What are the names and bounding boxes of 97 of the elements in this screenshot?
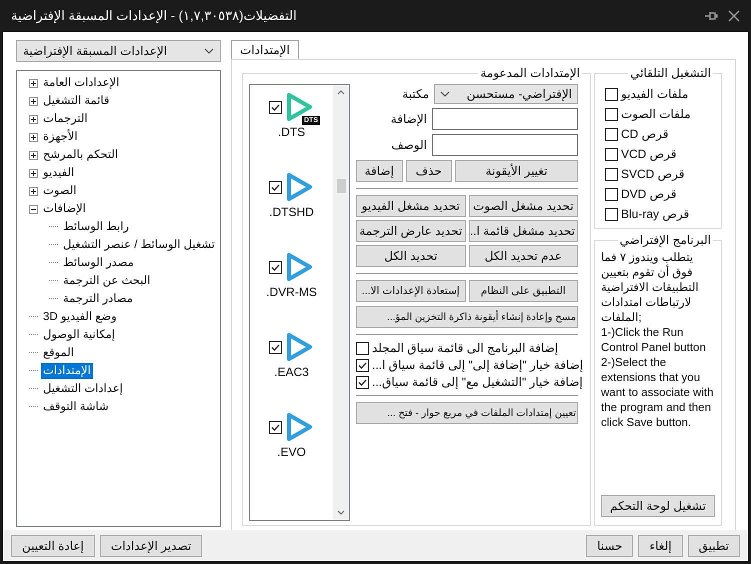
action-button[interactable]: إضافة — [356, 160, 402, 182]
scroll-down-icon[interactable] — [337, 510, 345, 516]
scrollbar-thumb[interactable] — [336, 179, 346, 193]
extension-label: .EAC3 — [274, 365, 309, 379]
tree-item[interactable]: الموقع — [41, 345, 76, 361]
tree-item[interactable]: وضع الفيديو 3D — [41, 309, 119, 325]
action-button[interactable]: تحديد الكل — [356, 245, 466, 267]
checkbox-label: قرص SVCD — [621, 167, 685, 181]
action-button[interactable]: مسح وإعادة إنشاء أيقونة ذاكرة التخزين المؤ... — [356, 306, 578, 328]
window-title: التفضيلات(١,٧,٣٠٥٣٨) - الإعدادات المسبقة الإفتراضية — [11, 8, 297, 24]
scrollbar[interactable] — [333, 85, 349, 520]
tree-item[interactable]: تشغيل الوسائط / عنصر التشغيل — [61, 237, 217, 253]
checkbox[interactable] — [356, 342, 369, 354]
tree-item[interactable]: قائمة التشغيل — [41, 93, 112, 109]
checkbox-label: قرص VCD — [621, 147, 677, 161]
action-button[interactable]: تحديد مشغل قائمة ا... — [468, 220, 578, 242]
chevron-down-icon — [204, 48, 214, 54]
checkbox[interactable] — [356, 358, 369, 372]
tree-item[interactable]: الأجهزة — [41, 129, 80, 145]
field-label: مكتبة — [401, 87, 429, 101]
checkbox[interactable] — [269, 180, 282, 194]
checkbox[interactable] — [605, 148, 618, 160]
action-button[interactable]: تحديد عارض الترجمة — [356, 220, 466, 242]
action-button[interactable]: تعيين إمتدادات الملفات في مربع حوار - فتح ... — [356, 402, 578, 424]
action-button[interactable]: تحديد مشغل الفيديو — [356, 195, 466, 217]
footer-button[interactable]: إعادة التعيين — [11, 534, 95, 556]
checkbox[interactable] — [605, 208, 618, 220]
extension-label: .DVR-MS — [266, 285, 317, 299]
footer-button[interactable]: تطبيق — [688, 534, 740, 556]
checkbox[interactable] — [269, 340, 282, 354]
expander-icon[interactable] — [29, 132, 38, 142]
checkbox-label: إضافة خيار "التشغيل مع" إلى قائمة سياق... — [372, 375, 583, 389]
action-button[interactable]: عدم تحديد الكل — [468, 245, 578, 267]
tree-item[interactable]: الإعدادات العامة — [41, 75, 122, 91]
action-button[interactable]: إستعادة الإعدادات الا... — [356, 280, 466, 302]
expander-icon[interactable] — [29, 168, 38, 178]
close-icon[interactable] — [728, 10, 740, 22]
preset-dropdown[interactable]: الإعدادات المسبقة الإفتراضية — [16, 40, 221, 62]
expander-icon[interactable] — [29, 186, 38, 196]
input-field[interactable] — [432, 134, 578, 156]
group-title: الإمتدادات المدعومة — [479, 66, 581, 80]
library-dropdown[interactable]: الإفتراضي- مستحسن — [434, 84, 578, 104]
extension-label: .DTSHD — [269, 205, 314, 219]
action-button[interactable]: تحديد مشغل الصوت — [468, 195, 578, 217]
checkbox-label: إضافة خيار "إضافة إلى" إلى قائمة سياق ا... — [372, 358, 584, 372]
checkbox-label: قرص CD — [621, 127, 669, 141]
action-button[interactable]: حذف — [406, 160, 452, 182]
tree-item[interactable]: رابط الوسائط — [61, 219, 131, 235]
action-button[interactable]: تغيير الأيقونة — [455, 160, 578, 182]
pin-icon[interactable] — [704, 10, 718, 22]
field-label: الإضافة — [390, 112, 427, 126]
checkbox-label: قرص DVD — [621, 187, 677, 201]
checkbox[interactable] — [269, 100, 282, 114]
checkbox[interactable] — [268, 260, 282, 274]
expander-icon[interactable] — [29, 114, 38, 124]
input-field[interactable] — [432, 108, 578, 130]
tree-item[interactable]: شاشة التوقف — [41, 399, 111, 415]
action-button[interactable]: التطبيق على النظام — [468, 280, 578, 302]
tree-item[interactable]: مصادر الترجمة — [61, 291, 135, 307]
tree-item[interactable]: الإمتدادات — [41, 363, 93, 379]
checkbox[interactable] — [605, 108, 618, 120]
checkbox[interactable] — [356, 376, 369, 388]
tree-item[interactable]: البحث عن الترجمة — [61, 273, 152, 289]
chevron-down-icon — [440, 91, 450, 97]
group-title: البرنامج الإفتراضي — [618, 233, 712, 247]
footer-button[interactable]: إلغاء — [638, 534, 683, 556]
control-panel-button[interactable]: تشغيل لوحة التحكم — [601, 495, 715, 517]
checkbox-label: إضافة البرنامج الى قائمة سياق المجلد — [372, 341, 558, 355]
tree-item[interactable]: مصدر الوسائط — [61, 255, 136, 271]
expander-icon[interactable] — [29, 150, 38, 160]
tree-item[interactable]: إمكانية الوصول — [41, 327, 117, 343]
tree-item[interactable]: التحكم بالمرشح — [41, 147, 120, 163]
extension-label: .DTS — [278, 125, 306, 139]
checkbox[interactable] — [269, 420, 282, 434]
tree-item[interactable]: الفيديو — [41, 165, 76, 181]
help-text: يتطلب ويندوز ٧ فما فوق أن تقوم بتعيين التطبيقات الافتراضية لارتباطات امتدادات الملفات; 1-)Click the Run Control Panel button 2-)Select the extensions that you want to associate with the program and then click Save button. — [601, 251, 715, 431]
tree-item[interactable]: الترجمات — [41, 111, 90, 127]
footer-button[interactable]: تصدير الإعدادات — [100, 534, 202, 556]
footer-button[interactable]: حسنا — [586, 534, 634, 556]
tree-item[interactable]: الإضافات — [41, 201, 88, 217]
field-label: الوصف — [390, 138, 427, 152]
checkbox[interactable] — [605, 168, 618, 180]
checkbox-label: قرص Blu-ray — [621, 207, 690, 221]
tab[interactable]: الإمتدادات — [231, 40, 299, 59]
group-title: التشغيل التلقائي — [629, 66, 712, 80]
expander-icon[interactable] — [29, 204, 38, 214]
expander-icon[interactable] — [29, 78, 38, 88]
checkbox[interactable] — [605, 128, 618, 140]
expander-icon[interactable] — [29, 96, 38, 106]
checkbox[interactable] — [605, 88, 618, 100]
checkbox[interactable] — [605, 188, 618, 200]
extension-label: .EVO — [277, 445, 306, 459]
scroll-up-icon[interactable] — [337, 89, 345, 95]
tree-item[interactable]: إعدادات التشغيل — [41, 381, 125, 397]
checkbox-label: ملفات الصوت — [621, 107, 691, 121]
checkbox-label: ملفات الفيديو — [621, 87, 688, 101]
tree-item[interactable]: الصوت — [41, 183, 78, 199]
